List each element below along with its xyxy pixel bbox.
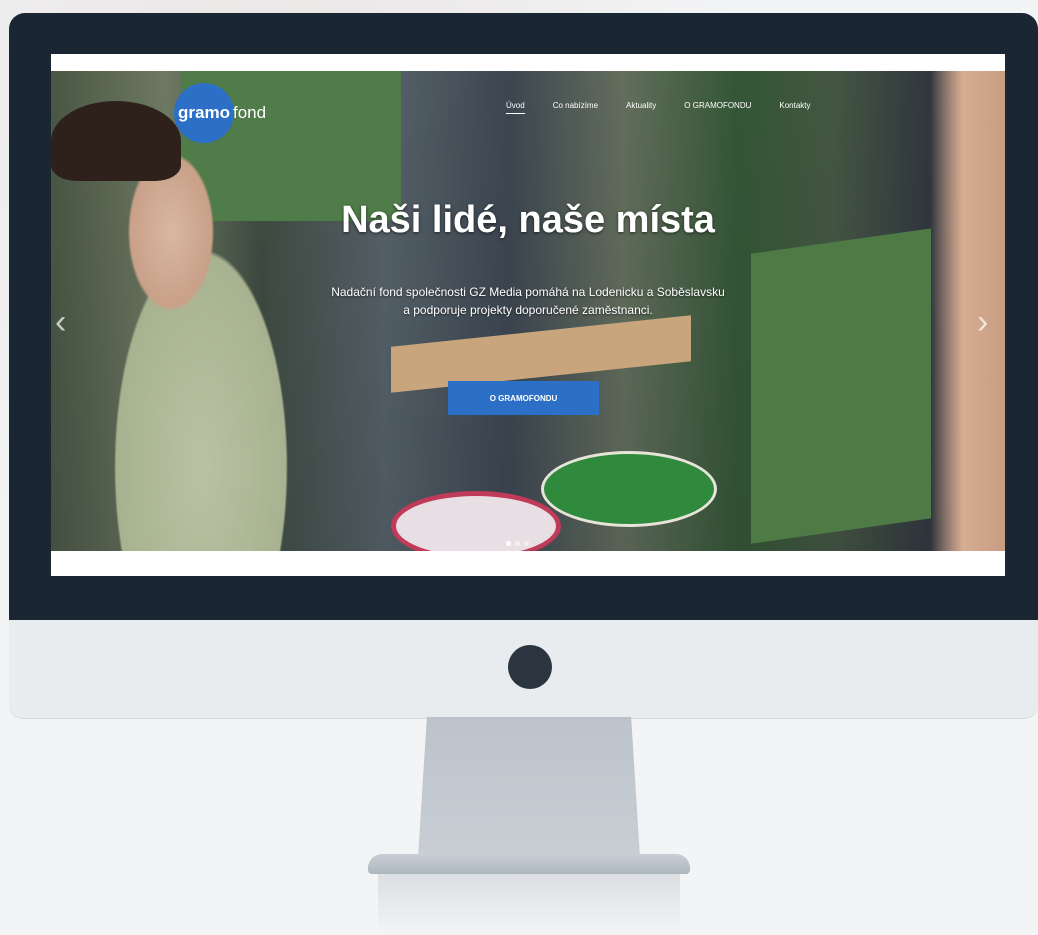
hero-subtitle-line-2: a podporuje projekty doporučené zaměstna…	[403, 303, 653, 317]
monitor-stand-reflection	[378, 874, 680, 934]
hero-photo-machine-green	[751, 228, 931, 544]
slider-dots	[506, 541, 529, 546]
monitor-stand-base	[368, 854, 690, 874]
slider-dot[interactable]	[515, 541, 520, 546]
hero-photo-tape	[541, 451, 717, 527]
main-nav: Úvod Co nabízíme Aktuality O GRAMOFONDU …	[506, 101, 839, 114]
nav-item-co-nabizime[interactable]: Co nabízíme	[553, 101, 598, 114]
nav-item-uvod[interactable]: Úvod	[506, 101, 525, 114]
logo-text-gramo: gramo	[178, 103, 230, 122]
nav-item-aktuality[interactable]: Aktuality	[626, 101, 656, 114]
chevron-right-icon[interactable]: ›	[977, 303, 988, 342]
hero-photo-person-hair	[51, 101, 181, 181]
site-logo[interactable]: gramo fond	[174, 83, 267, 143]
chevron-left-icon[interactable]: ‹	[55, 303, 66, 342]
o-gramofondu-button[interactable]: O GRAMOFONDU	[448, 381, 599, 415]
nav-item-kontakty[interactable]: Kontakty	[779, 101, 810, 114]
monitor-stand-neck	[418, 717, 640, 857]
hero-slider: gramo fond Úvod Co nabízíme Aktuality O …	[51, 71, 1005, 551]
nav-item-o-gramofondu[interactable]: O GRAMOFONDU	[684, 101, 751, 114]
hero-title: Naši lidé, naše místa	[341, 199, 715, 241]
slider-dot[interactable]	[506, 541, 511, 546]
hero-subtitle: Nadační fond společnosti GZ Media pomáhá…	[51, 283, 1005, 319]
logo-text-fond: fond	[232, 103, 267, 122]
hero-photo-record	[391, 491, 561, 551]
monitor-logo-dot	[508, 645, 552, 689]
slider-dot[interactable]	[524, 541, 529, 546]
hero-subtitle-line-1: Nadační fond společnosti GZ Media pomáhá…	[331, 285, 725, 299]
screen: gramo fond Úvod Co nabízíme Aktuality O …	[51, 54, 1005, 576]
